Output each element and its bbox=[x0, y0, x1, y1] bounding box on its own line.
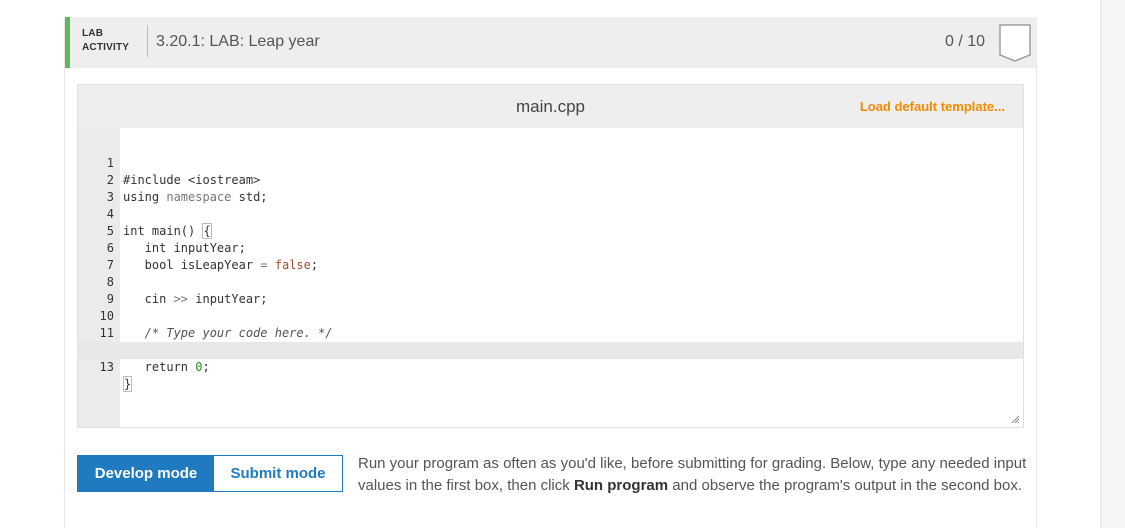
submit-mode-button[interactable]: Submit mode bbox=[214, 456, 342, 491]
lab-title: 3.20.1: LAB: Leap year bbox=[156, 33, 320, 50]
code-editor: main.cpp Load default template... 1 #inc… bbox=[77, 84, 1024, 428]
load-default-template-link[interactable]: Load default template... bbox=[860, 99, 1005, 114]
develop-mode-button[interactable]: Develop mode bbox=[78, 456, 214, 491]
instructions-run-program: Run program bbox=[573, 477, 669, 494]
editor-toolbar: main.cpp Load default template... bbox=[78, 85, 1023, 128]
code-line: 8 cin >> inputYear; bbox=[78, 257, 1023, 306]
lab-header: LAB ACTIVITY 3.20.1: LAB: Leap year 0 / … bbox=[65, 17, 1037, 68]
code-line: 6 bool isLeapYear = false; bbox=[78, 223, 1023, 272]
code-line: 11 bbox=[78, 308, 1023, 340]
code-line-active: 13 } bbox=[78, 342, 1023, 392]
code-line: 1 #include <iostream> bbox=[78, 138, 1023, 187]
code-token: ; bbox=[202, 360, 210, 374]
code-text-area[interactable]: 1 #include <iostream> 2 using namespace … bbox=[78, 138, 1023, 392]
matched-brace: } bbox=[123, 376, 133, 392]
code-line: 5 int inputYear; bbox=[78, 206, 1023, 255]
line-number: 13 bbox=[99, 360, 114, 374]
code-text: return 0; bbox=[123, 359, 210, 376]
code-line: 10 /* Type your code here. */ bbox=[78, 291, 1023, 340]
lab-activity-tag: LAB ACTIVITY bbox=[82, 27, 129, 55]
code-line: 2 using namespace std; bbox=[78, 155, 1023, 204]
code-line: 12 return 0; bbox=[78, 325, 1023, 374]
lab-score: 0 / 10 bbox=[945, 33, 986, 50]
code-line: 9 bbox=[78, 274, 1023, 306]
page-scrollbar-track[interactable] bbox=[1100, 0, 1125, 528]
resize-grip-icon[interactable] bbox=[1011, 415, 1019, 423]
header-divider bbox=[147, 25, 148, 57]
code-line: 7 bbox=[78, 240, 1023, 272]
lab-tag-line2: ACTIVITY bbox=[82, 42, 130, 53]
code-text: } bbox=[123, 376, 133, 393]
mode-toggle: Develop mode Submit mode bbox=[77, 455, 343, 492]
instructions-text: and observe the program's output in the … bbox=[668, 477, 1023, 494]
lab-tag-line1: LAB bbox=[82, 28, 104, 39]
score-badge-icon bbox=[999, 24, 1031, 62]
lab-activity-card: LAB ACTIVITY 3.20.1: LAB: Leap year 0 / … bbox=[64, 17, 1037, 528]
code-line: 4 int main() { bbox=[78, 189, 1023, 239]
run-instructions: Run your program as often as you'd like,… bbox=[358, 453, 1028, 497]
code-line: 3 bbox=[78, 172, 1023, 204]
